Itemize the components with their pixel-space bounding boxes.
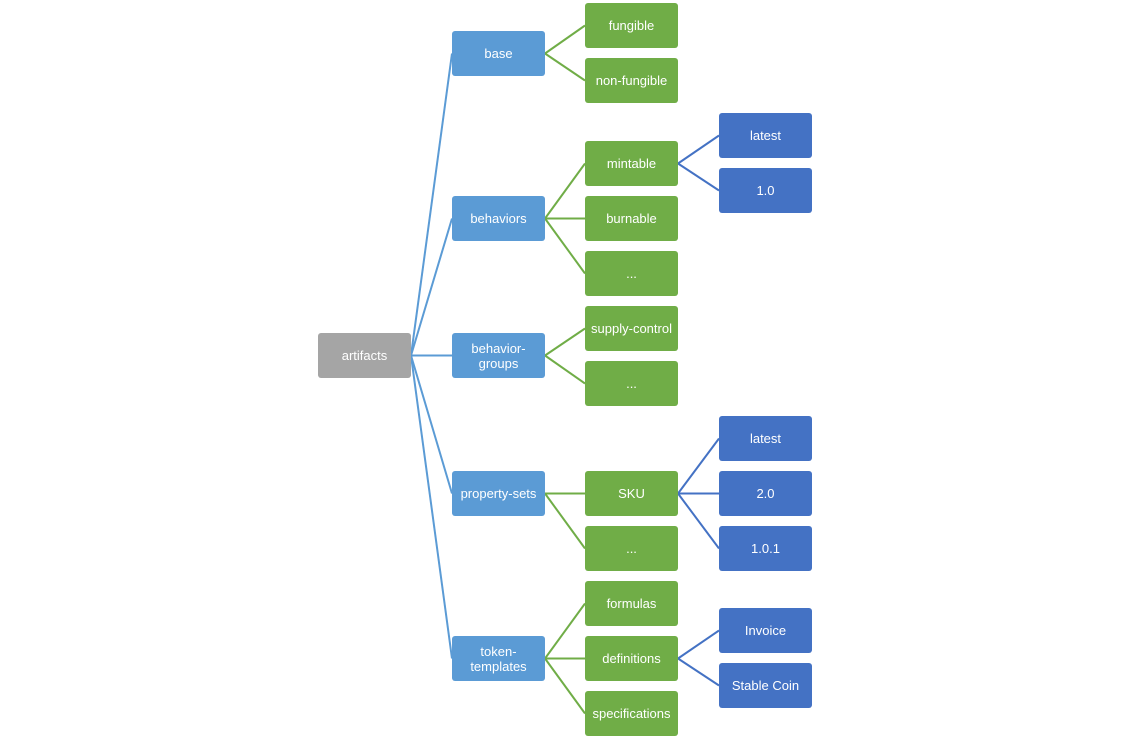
node-invoice: Invoice — [719, 608, 812, 653]
connector-mintable-to-mintable-latest — [677, 134, 720, 165]
node-sku: SKU — [585, 471, 678, 516]
connector-artifacts-to-token-templates — [410, 355, 453, 659]
node-stable-coin: Stable Coin — [719, 663, 812, 708]
node-behavior-groups-more: ... — [585, 361, 678, 406]
node-definitions: definitions — [585, 636, 678, 681]
node-burnable: burnable — [585, 196, 678, 241]
node-sku-1-0-1: 1.0.1 — [719, 526, 812, 571]
node-property-sets: property-sets — [452, 471, 545, 516]
connector-behaviors-to-behaviors-more — [544, 217, 586, 275]
connector-lines — [410, 24, 720, 715]
connector-mintable-to-mintable-1-0 — [677, 162, 720, 192]
node-mintable-latest: latest — [719, 113, 812, 158]
node-specifications: specifications — [585, 691, 678, 736]
connector-artifacts-to-property-sets — [410, 355, 453, 494]
connector-definitions-to-invoice — [677, 629, 720, 660]
node-property-sets-more: ... — [585, 526, 678, 571]
connector-definitions-to-stable-coin — [677, 657, 720, 687]
node-mintable-1-0: 1.0 — [719, 168, 812, 213]
connector-behaviors-to-mintable — [544, 162, 586, 220]
node-mintable: mintable — [585, 141, 678, 186]
node-sku-latest: latest — [719, 416, 812, 461]
node-artifacts: artifacts — [318, 333, 411, 378]
connector-base-to-fungible — [544, 24, 586, 55]
connector-sku-to-sku-latest — [677, 437, 720, 495]
node-behavior-groups: behavior- groups — [452, 333, 545, 378]
connector-artifacts-to-base — [410, 53, 453, 356]
connector-token-templates-to-specifications — [544, 657, 586, 715]
node-formulas: formulas — [585, 581, 678, 626]
connector-behavior-groups-to-behavior-groups-more — [544, 354, 586, 385]
connector-behavior-groups-to-supply-control — [544, 327, 586, 357]
node-behaviors-more: ... — [585, 251, 678, 296]
node-supply-control: supply-control — [585, 306, 678, 351]
node-non-fungible: non-fungible — [585, 58, 678, 103]
node-behaviors: behaviors — [452, 196, 545, 241]
artifacts-hierarchy-diagram: artifacts base behaviors behavior- group… — [0, 0, 1127, 737]
node-sku-2-0: 2.0 — [719, 471, 812, 516]
connector-artifacts-to-behaviors — [410, 218, 453, 356]
node-token-templates: token- templates — [452, 636, 545, 681]
node-base: base — [452, 31, 545, 76]
connector-token-templates-to-formulas — [544, 602, 586, 660]
node-fungible: fungible — [585, 3, 678, 48]
connector-sku-to-sku-1-0-1 — [677, 492, 720, 550]
connector-property-sets-to-property-sets-more — [544, 492, 586, 550]
connector-base-to-non-fungible — [544, 52, 586, 82]
